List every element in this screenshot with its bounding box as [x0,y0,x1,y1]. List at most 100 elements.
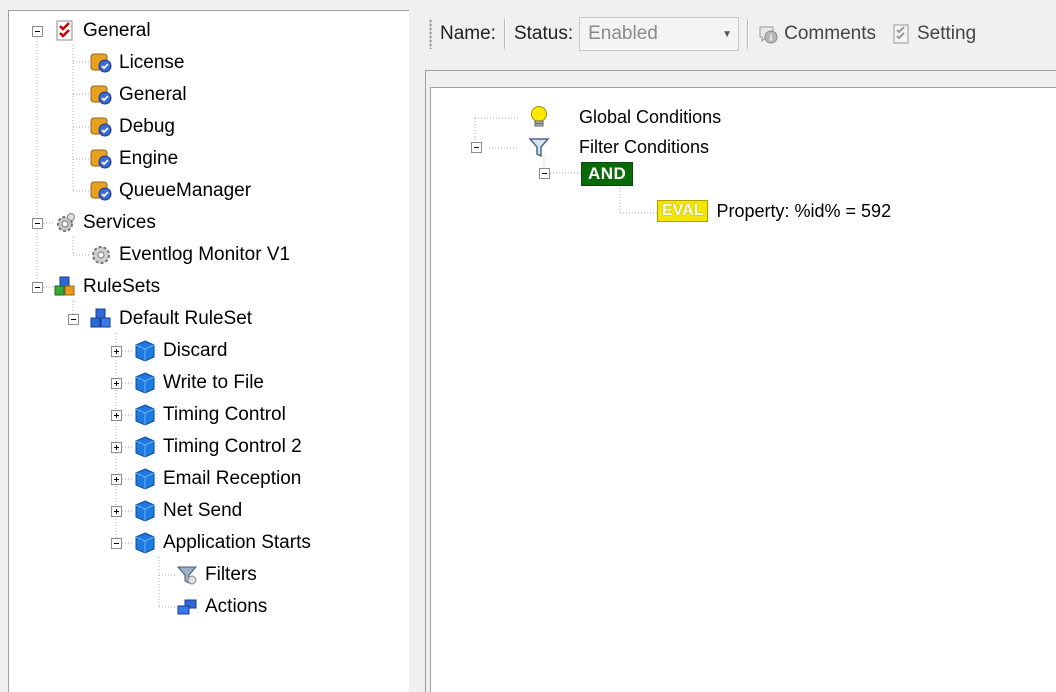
tree-item-label: Debug [119,116,175,137]
condition-item-global[interactable]: Global Conditions [527,104,721,130]
ruleset-cubes-icon [54,276,75,296]
funnel-icon [176,566,198,585]
config-tree-panel[interactable]: General License General Debug Engine Que… [8,10,410,692]
ruleset-cubes-icon [90,308,111,328]
config-shield-icon [90,53,112,73]
name-label: Name: [440,23,496,44]
blue-cube-icon [135,404,155,426]
condition-label: Global Conditions [579,106,722,127]
condition-item-filter[interactable]: Filter Conditions [527,135,709,159]
comments-label: Comments [784,23,876,44]
tree-item-engine[interactable]: Engine [89,144,178,174]
svg-text:i: i [770,33,773,43]
condition-item-and[interactable]: AND [581,162,634,186]
tree-item-label: Timing Control 2 [163,436,302,457]
tree-item-label: Application Starts [163,532,311,553]
blue-cube-icon [135,468,155,490]
tree-item-label: RuleSets [83,276,161,297]
settings-button[interactable]: Setting [890,23,976,45]
expand-toggle-timing-control[interactable] [111,410,122,421]
settings-checklist-icon [893,24,909,44]
lightbulb-icon [531,106,547,127]
conditions-connector-lines [474,117,657,214]
conditions-tree[interactable]: Global Conditions Filter Conditions AND … [430,87,1056,692]
tree-item-label: General [119,84,187,105]
expand-toggle-application-starts[interactable] [111,538,122,549]
condition-item-eval[interactable]: EVAL Property: %id% = 592 [657,200,891,222]
blue-cube-icon [135,372,155,394]
tree-item-label: Eventlog Monitor V1 [119,244,291,265]
toolbar-separator [747,19,750,49]
conditions-panel: Global Conditions Filter Conditions AND … [425,70,1056,692]
tree-item-rule-discard[interactable]: Discard [133,336,227,366]
tree-item-label: Email Reception [163,468,302,489]
expand-toggle-timing-control-2[interactable] [111,442,122,453]
expand-toggle-discard[interactable] [111,346,122,357]
tree-item-general-child[interactable]: General [89,80,187,110]
tree-item-label: General [83,20,151,41]
comments-icon: i [759,26,778,44]
tree-item-label: Actions [205,596,268,617]
expand-toggle-rulesets[interactable] [32,282,43,293]
eval-operator-badge: EVAL [657,200,709,222]
tree-item-label: Write to File [163,372,265,393]
tree-item-rulesets[interactable]: RuleSets [53,272,160,302]
tree-item-services[interactable]: Services [53,208,156,238]
expand-toggle-email-reception[interactable] [111,474,122,485]
settings-label: Setting [916,23,977,44]
tree-item-queue-manager[interactable]: QueueManager [89,176,251,206]
expand-toggle-filter-conditions[interactable] [471,142,482,153]
settings-checklist-icon [56,20,73,41]
tree-item-rule-write-to-file[interactable]: Write to File [133,368,264,398]
blue-cube-icon [135,340,155,362]
tree-item-label: Engine [119,148,179,169]
tree-item-general[interactable]: General [53,16,151,46]
panel-splitter[interactable] [409,10,419,691]
and-operator-badge: AND [581,162,634,186]
tree-item-rule-timing-control-2[interactable]: Timing Control 2 [133,432,302,462]
actions-icon [177,599,197,615]
tree-item-label: Filters [205,564,257,585]
tree-item-license[interactable]: License [89,48,185,78]
tree-item-filters[interactable]: Filters [175,560,257,590]
expand-toggle-and[interactable] [539,168,550,179]
tree-item-debug[interactable]: Debug [89,112,175,142]
chevron-down-icon[interactable]: ▼ [716,18,738,50]
gear-icon [57,213,75,232]
tree-item-rule-net-send[interactable]: Net Send [133,496,242,526]
blue-cube-icon [135,500,155,522]
status-value: Enabled [588,23,658,44]
tree-item-rule-application-starts[interactable]: Application Starts [133,528,311,558]
config-shield-icon [90,117,112,137]
tree-item-label: Services [83,212,156,233]
properties-toolbar: Name: Status: Enabled ▼ i Comments Setti… [419,8,1056,60]
tree-item-label: Discard [163,340,228,361]
expand-toggle-general[interactable] [32,26,43,37]
gear-icon [92,246,110,264]
expand-toggle-services[interactable] [32,218,43,229]
config-shield-icon [90,85,112,105]
toolbar-grip[interactable] [429,19,432,49]
tree-item-label: Net Send [163,500,243,521]
condition-label: Filter Conditions [579,136,710,157]
expand-toggle-default-ruleset[interactable] [68,314,79,325]
comments-button[interactable]: i Comments [757,23,876,45]
tree-item-rule-email-reception[interactable]: Email Reception [133,464,301,494]
tree-item-label: QueueManager [119,180,252,201]
tree-item-default-ruleset[interactable]: Default RuleSet [89,304,252,334]
blue-cube-icon [135,532,155,554]
tree-item-label: Default RuleSet [119,308,253,329]
blue-cube-icon [135,436,155,458]
tree-item-rule-timing-control[interactable]: Timing Control [133,400,286,430]
tree-item-eventlog-monitor[interactable]: Eventlog Monitor V1 [89,240,290,270]
eval-expression: Property: %id% = 592 [716,200,892,221]
status-dropdown[interactable]: Enabled ▼ [579,17,740,51]
status-label: Status: [513,23,574,44]
expand-toggle-write-to-file[interactable] [111,378,122,389]
config-shield-icon [90,181,112,201]
toolbar-separator [503,19,506,49]
tree-item-actions[interactable]: Actions [175,592,267,622]
funnel-icon [528,138,550,158]
tree-item-label: Timing Control [163,404,286,425]
expand-toggle-net-send[interactable] [111,506,122,517]
